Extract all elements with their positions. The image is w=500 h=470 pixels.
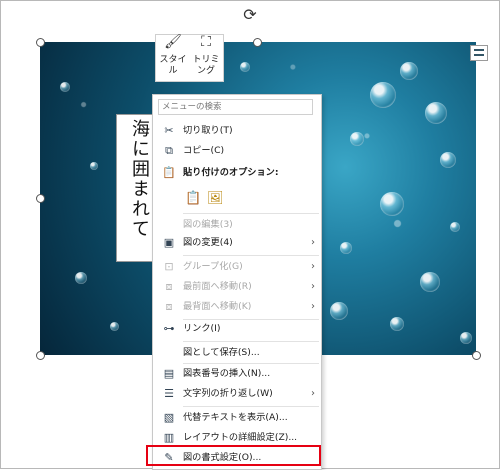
alt-text-icon: ▧ <box>163 411 175 424</box>
resize-handle-top-left[interactable] <box>36 38 45 47</box>
menu-item-change-picture[interactable]: ▣ 図の変更(4) › <box>153 233 321 253</box>
menu-item-edit-picture[interactable]: 図の編集(3) <box>153 215 321 235</box>
paste-icon: 📋 <box>162 166 176 179</box>
menu-item-alt-text[interactable]: ▧ 代替テキストを表示(A)... <box>153 408 321 428</box>
menu-item-paste-options: 📋 貼り付けのオプション: <box>162 166 279 179</box>
change-picture-icon: ▣ <box>163 236 175 249</box>
group-icon: ⊡ <box>164 260 174 273</box>
trim-label: トリミング <box>192 55 220 76</box>
format-picture-highlight <box>146 445 321 466</box>
submenu-arrow-icon: › <box>311 261 315 272</box>
mini-toolbar: 🖌 スタイル ⛶ トリミング <box>155 34 224 82</box>
menu-item-link[interactable]: ⊶ リンク(I) <box>153 319 321 339</box>
layout-options-button[interactable] <box>470 45 488 61</box>
paste-keep-format-icon[interactable]: 📋 <box>185 191 201 207</box>
menu-item-save-as-picture[interactable]: 図として保存(S)... <box>153 343 321 363</box>
send-back-icon: ⧈ <box>165 300 173 313</box>
resize-handle-bottom-left[interactable] <box>36 351 45 360</box>
rotate-handle-icon[interactable]: ⟳ <box>241 6 259 24</box>
style-button[interactable]: 🖌 スタイル <box>157 34 189 77</box>
picture-style-icon: 🖌 <box>164 34 182 50</box>
menu-item-cut[interactable]: ✂ 切り取り(T) <box>153 121 321 141</box>
copy-icon: ⧉ <box>165 144 173 157</box>
menu-item-wrap-text[interactable]: ☰ 文字列の折り返し(W) › <box>153 384 321 404</box>
menu-search-input[interactable]: メニューの検索 <box>158 99 313 115</box>
resize-handle-bottom-right[interactable] <box>472 351 481 360</box>
caption-icon: ▤ <box>163 367 175 380</box>
trim-button[interactable]: ⛶ トリミング <box>190 34 222 77</box>
layout-icon: ▥ <box>163 431 175 444</box>
paste-picture-icon[interactable]: 🖼 <box>207 191 224 207</box>
resize-handle-left[interactable] <box>36 194 45 203</box>
crop-icon: ⛶ <box>201 34 211 50</box>
bring-front-icon: ⧈ <box>165 280 173 293</box>
vertical-text: 海に囲まれて <box>129 119 150 239</box>
menu-item-insert-caption[interactable]: ▤ 図表番号の挿入(N)... <box>153 364 321 384</box>
submenu-arrow-icon: › <box>311 301 315 312</box>
menu-item-copy[interactable]: ⧉ コピー(C) <box>153 141 321 161</box>
context-menu: メニューの検索 ✂ 切り取り(T) ⧉ コピー(C) 📋 貼り付けのオプション:… <box>152 94 322 470</box>
submenu-arrow-icon: › <box>311 281 315 292</box>
menu-item-bring-front[interactable]: ⧈ 最前面へ移動(R) › <box>153 277 321 297</box>
resize-handle-top[interactable] <box>253 38 262 47</box>
submenu-arrow-icon: › <box>311 388 315 399</box>
menu-item-group[interactable]: ⊡ グループ化(G) › <box>153 257 321 277</box>
link-icon: ⊶ <box>163 322 175 335</box>
menu-item-send-back[interactable]: ⧈ 最背面へ移動(K) › <box>153 297 321 317</box>
style-label: スタイル <box>159 55 187 76</box>
submenu-arrow-icon: › <box>311 237 315 248</box>
scissors-icon: ✂ <box>164 124 174 137</box>
wrap-text-icon: ☰ <box>164 387 174 400</box>
